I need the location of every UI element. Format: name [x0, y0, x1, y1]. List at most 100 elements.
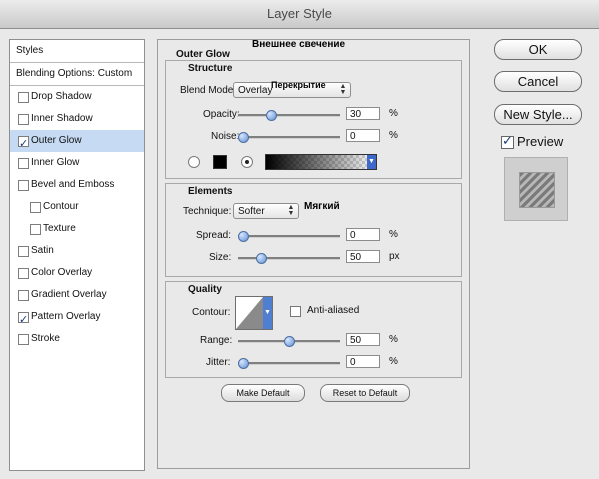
quality-title: Quality: [188, 284, 222, 295]
contour-picker[interactable]: ▼: [235, 296, 273, 330]
window-title: Layer Style: [266, 6, 333, 21]
spread-unit: %: [389, 229, 398, 240]
range-unit: %: [389, 334, 398, 345]
gradient-picker[interactable]: ▼: [265, 154, 377, 170]
title-bar: Layer Style: [0, 0, 599, 29]
technique-label: Technique:: [183, 206, 232, 217]
noise-slider[interactable]: [238, 132, 340, 143]
style-item-checkbox[interactable]: [18, 268, 29, 279]
style-item[interactable]: Drop Shadow: [10, 86, 144, 108]
spread-slider[interactable]: [238, 231, 340, 242]
contour-label: Contour:: [192, 307, 231, 318]
gradient-radio[interactable]: [241, 156, 253, 168]
layer-style-dialog: Styles Blending Options: Custom Drop Sha…: [0, 29, 599, 479]
style-item-label: Contour: [43, 201, 79, 212]
style-item[interactable]: Satin: [10, 240, 144, 262]
spread-input[interactable]: 0: [346, 228, 380, 241]
range-label: Range:: [200, 335, 233, 346]
style-item-checkbox[interactable]: [18, 180, 29, 191]
style-item-checkbox[interactable]: [18, 114, 29, 125]
range-input[interactable]: 50: [346, 333, 380, 346]
jitter-label: Jitter:: [206, 357, 231, 368]
select-arrows-icon: ▲ ▼: [287, 204, 295, 217]
style-item-label: Gradient Overlay: [31, 289, 107, 300]
style-preview: [504, 157, 568, 221]
style-item-label: Inner Shadow: [31, 113, 93, 124]
style-item-label: Pattern Overlay: [31, 311, 101, 322]
jitter-input[interactable]: 0: [346, 355, 380, 368]
style-item[interactable]: Bevel and Emboss: [10, 174, 144, 196]
style-items: Drop Shadow Inner Shadow Outer Glow Inner G…: [10, 86, 144, 350]
style-item-label: Inner Glow: [31, 157, 80, 168]
reset-to-default-button[interactable]: Reset to Default: [320, 384, 410, 402]
anti-aliased-label: Anti-aliased: [307, 305, 360, 316]
spread-slider-thumb[interactable]: [238, 231, 249, 242]
style-item-checkbox[interactable]: [30, 224, 41, 235]
make-default-button[interactable]: Make Default: [221, 384, 305, 402]
blend-mode-value: Overlay: [238, 85, 273, 96]
style-item[interactable]: Color Overlay: [10, 262, 144, 284]
cancel-button[interactable]: Cancel: [494, 71, 582, 92]
style-item-checkbox[interactable]: [30, 202, 41, 213]
opacity-input[interactable]: 30: [346, 107, 380, 120]
spread-label: Spread:: [196, 230, 232, 241]
select-arrows-icon: ▲ ▼: [339, 83, 347, 96]
blending-options-item[interactable]: Blending Options: Custom: [10, 63, 144, 86]
structure-group: Structure Blend Mode: Overlay ▲ ▼ Перекры…: [165, 60, 462, 179]
style-item-checkbox[interactable]: [18, 334, 29, 345]
gradient-dropdown-icon[interactable]: ▼: [367, 155, 376, 169]
style-item[interactable]: Outer Glow: [10, 130, 144, 155]
style-item-checkbox[interactable]: [18, 309, 29, 331]
solid-color-radio[interactable]: [188, 156, 200, 168]
opacity-label: Opacity:: [203, 109, 240, 120]
style-item-checkbox[interactable]: [18, 92, 29, 103]
blend-mode-ru: Перекрытие: [271, 80, 326, 90]
jitter-slider-thumb[interactable]: [238, 358, 249, 369]
opacity-slider-thumb[interactable]: [266, 110, 277, 121]
range-slider[interactable]: [238, 336, 340, 347]
style-item-checkbox[interactable]: [18, 246, 29, 257]
style-item[interactable]: Inner Glow: [10, 152, 144, 174]
panel-title: Outer Glow: [176, 49, 230, 60]
glow-color-swatch[interactable]: [213, 155, 227, 169]
style-item[interactable]: Inner Shadow: [10, 108, 144, 130]
noise-unit: %: [389, 130, 398, 141]
style-item[interactable]: Pattern Overlay: [10, 306, 144, 331]
style-item-checkbox[interactable]: [18, 133, 29, 155]
style-item-checkbox[interactable]: [18, 290, 29, 301]
size-slider[interactable]: [238, 253, 340, 264]
style-item[interactable]: Gradient Overlay: [10, 284, 144, 306]
style-item-label: Color Overlay: [31, 267, 93, 278]
style-item-label: Outer Glow: [31, 135, 82, 146]
opacity-slider[interactable]: [238, 110, 340, 121]
preview-checkbox[interactable]: [501, 133, 514, 149]
structure-title: Structure: [188, 63, 233, 74]
jitter-slider[interactable]: [238, 358, 340, 369]
contour-dropdown-icon[interactable]: ▼: [263, 297, 272, 329]
style-item[interactable]: Stroke: [10, 328, 144, 350]
panel-title-ru: Внешнее свечение: [252, 39, 346, 50]
styles-list: Styles Blending Options: Custom Drop Sha…: [9, 39, 145, 471]
new-style-button[interactable]: New Style...: [494, 104, 582, 125]
size-label: Size:: [209, 252, 232, 263]
technique-ru: Мягкий: [304, 201, 340, 212]
noise-label: Noise:: [211, 131, 240, 142]
size-unit: px: [389, 251, 400, 262]
contour-curve-icon: [236, 297, 263, 329]
noise-slider-thumb[interactable]: [238, 132, 249, 143]
technique-select[interactable]: Softer ▲ ▼: [233, 203, 299, 219]
ok-button[interactable]: OK: [494, 39, 582, 60]
style-item-label: Bevel and Emboss: [31, 179, 115, 190]
noise-input[interactable]: 0: [346, 129, 380, 142]
elements-group: Elements Technique: Softer ▲ ▼ Мягкий Spr…: [165, 183, 462, 277]
style-item[interactable]: Texture: [10, 218, 144, 240]
style-item-checkbox[interactable]: [18, 158, 29, 169]
range-slider-thumb[interactable]: [284, 336, 295, 347]
styles-header[interactable]: Styles: [10, 40, 144, 63]
style-item[interactable]: Contour: [10, 196, 144, 218]
size-input[interactable]: 50: [346, 250, 380, 263]
jitter-unit: %: [389, 356, 398, 367]
anti-aliased-checkbox[interactable]: [290, 306, 301, 317]
size-slider-thumb[interactable]: [256, 253, 267, 264]
outer-glow-panel: Outer Glow Внешнее свечение Structure Bl…: [157, 39, 470, 469]
